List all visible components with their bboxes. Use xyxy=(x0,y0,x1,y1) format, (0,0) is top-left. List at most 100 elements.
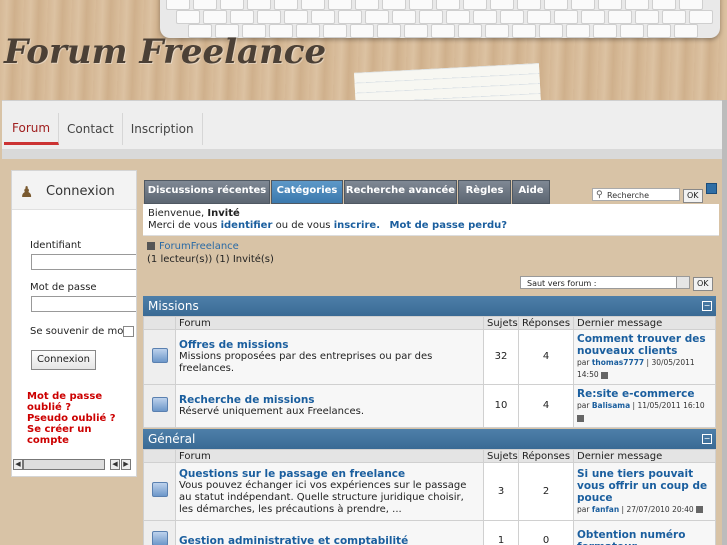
chevron-down-icon[interactable] xyxy=(676,277,689,288)
section-header: Missions − xyxy=(143,296,716,316)
table-row: Questions sur le passage en freelance Vou… xyxy=(143,462,716,521)
last-post-link[interactable]: Si une tiers pouvait vous offrir un coup… xyxy=(577,468,712,504)
col-last: Dernier message xyxy=(573,449,716,463)
forgot-username-link[interactable]: Pseudo oublié ? xyxy=(27,413,127,424)
col-topics: Sujets xyxy=(483,316,519,330)
last-post-link[interactable]: Re:site e-commerce xyxy=(577,388,712,400)
last-post-author[interactable]: thomas7777 xyxy=(592,358,644,367)
main-nav: Forum Contact Inscription xyxy=(2,100,727,159)
by-label: par xyxy=(577,401,590,410)
last-post-author[interactable]: Balisama xyxy=(592,401,630,410)
forum-tabs: Discussions récentes Catégories Recherch… xyxy=(143,180,719,204)
collapse-icon[interactable]: − xyxy=(702,434,712,444)
forum-icon xyxy=(151,396,168,412)
jump-to-forum-select[interactable]: Saut vers forum : xyxy=(520,276,690,289)
welcome-box: Bienvenue, Invité Merci de vous identifi… xyxy=(143,204,719,236)
forum-description: Missions proposées par des entreprises o… xyxy=(179,351,433,374)
tab-help[interactable]: Aide xyxy=(512,180,550,204)
forum-title-link[interactable]: Offres de missions xyxy=(179,339,480,351)
forum-content: Discussions récentes Catégories Recherch… xyxy=(143,174,719,545)
scroll-left-alt-icon[interactable]: ◀ xyxy=(110,459,120,470)
forum-title-link[interactable]: Recherche de missions xyxy=(179,394,480,406)
menu-toggle-icon[interactable] xyxy=(706,183,717,194)
account-links: Mot de passe oublié ? Pseudo oublié ? Se… xyxy=(27,391,127,446)
scroll-right-icon[interactable]: ▶ xyxy=(121,459,131,470)
login-title: Connexion xyxy=(46,184,115,199)
search-icon: ⚲ xyxy=(596,190,603,200)
go-to-post-icon[interactable] xyxy=(601,371,609,379)
breadcrumb-forum-link[interactable]: ForumFreelance xyxy=(159,241,239,252)
last-post-link[interactable]: Obtention numéro formateur xyxy=(577,529,712,545)
remember-label: Se souvenir de moi xyxy=(30,326,127,337)
tab-categories[interactable]: Catégories xyxy=(271,180,343,204)
section-title: Général xyxy=(148,432,196,446)
section-title: Missions xyxy=(148,299,199,313)
nav-tab-inscription[interactable]: Inscription xyxy=(123,113,203,145)
forum-icon xyxy=(151,531,168,545)
create-account-link[interactable]: Se créer un compte xyxy=(27,424,127,446)
breadcrumb: ForumFreelance (1 lecteur(s)) (1) Invité… xyxy=(143,240,719,270)
table-row: Gestion administrative et comptabilité 1… xyxy=(143,520,716,545)
forgot-password-link[interactable]: Mot de passe oublié ? xyxy=(27,391,127,413)
replies-count: 0 xyxy=(518,520,574,545)
forum-title-link[interactable]: Questions sur le passage en freelance xyxy=(179,468,480,480)
section-general: Général − Forum Sujets Réponses Dernier … xyxy=(143,429,716,545)
table-row: Offres de missions Missions proposées par… xyxy=(143,329,716,385)
topics-count: 10 xyxy=(483,384,519,428)
login-panel: ♟ Connexion Identifiant Mot de passe Se … xyxy=(11,170,137,477)
welcome-or: ou de vous xyxy=(275,220,331,231)
replies-count: 4 xyxy=(518,384,574,428)
col-forum: Forum xyxy=(175,449,484,463)
go-to-post-icon[interactable] xyxy=(577,414,584,422)
tab-advanced-search[interactable]: Recherche avancée xyxy=(344,180,457,204)
tab-rules[interactable]: Règles xyxy=(458,180,511,204)
forum-icon xyxy=(151,347,168,363)
remember-checkbox[interactable] xyxy=(123,326,134,337)
last-post-date: 11/05/2011 16:10 xyxy=(637,401,705,410)
password-label: Mot de passe xyxy=(30,282,97,293)
collapse-icon[interactable]: − xyxy=(702,301,712,311)
col-replies: Réponses xyxy=(518,316,574,330)
password-input[interactable] xyxy=(31,296,136,312)
last-post-link[interactable]: Comment trouver des nouveaux clients xyxy=(577,333,712,357)
identify-link[interactable]: identifier xyxy=(221,220,273,231)
col-last: Dernier message xyxy=(573,316,716,330)
jump-ok-button[interactable]: OK xyxy=(693,277,713,291)
forum-table: Forum Sujets Réponses Dernier message Qu… xyxy=(143,449,716,545)
scroll-left-icon[interactable]: ◀ xyxy=(13,459,23,470)
forum-description: Vous pouvez échanger ici vos expériences… xyxy=(179,479,467,515)
jump-label: Saut vers forum : xyxy=(527,279,597,288)
horizontal-scrollbar[interactable]: ◀ ◀ ▶ xyxy=(13,459,133,470)
nav-stripe xyxy=(2,149,727,159)
search-input[interactable]: ⚲ Recherche xyxy=(592,188,680,201)
forum-description: Réservé uniquement aux Freelances. xyxy=(179,406,365,417)
welcome-user: Invité xyxy=(207,208,240,219)
readers-count: (1 lecteur(s)) (1) Invité(s) xyxy=(147,254,274,265)
tab-recent[interactable]: Discussions récentes xyxy=(144,180,270,204)
search-ok-button[interactable]: OK xyxy=(683,189,703,203)
login-button[interactable]: Connexion xyxy=(31,350,96,370)
site-logo[interactable]: Forum Freelance xyxy=(4,32,326,72)
col-topics: Sujets xyxy=(483,449,519,463)
forum-title-link[interactable]: Gestion administrative et comptabilité xyxy=(179,535,480,545)
register-link[interactable]: inscrire. xyxy=(334,220,380,231)
replies-count: 4 xyxy=(518,329,574,385)
table-row: Recherche de missions Réservé uniquement … xyxy=(143,384,716,428)
search-placeholder: Recherche xyxy=(607,191,650,200)
by-label: par xyxy=(577,358,590,367)
lost-password-link[interactable]: Mot de passe perdu? xyxy=(390,220,508,231)
last-post-date: 27/07/2010 20:40 xyxy=(626,504,694,514)
topics-count: 1 xyxy=(483,520,519,545)
forum-square-icon xyxy=(147,242,155,250)
last-post-author[interactable]: fanfan xyxy=(592,505,619,514)
by-label: par xyxy=(577,504,590,514)
section-missions: Missions − Forum Sujets Réponses Dernier… xyxy=(143,296,716,428)
col-icon xyxy=(143,449,176,463)
nav-tab-forum[interactable]: Forum xyxy=(4,113,60,145)
username-input[interactable] xyxy=(31,254,136,270)
go-to-post-icon[interactable] xyxy=(696,506,704,513)
nav-tab-contact[interactable]: Contact xyxy=(59,113,123,145)
scroll-thumb[interactable] xyxy=(23,459,105,470)
username-label: Identifiant xyxy=(30,240,82,251)
page-frame-edge xyxy=(722,100,727,545)
